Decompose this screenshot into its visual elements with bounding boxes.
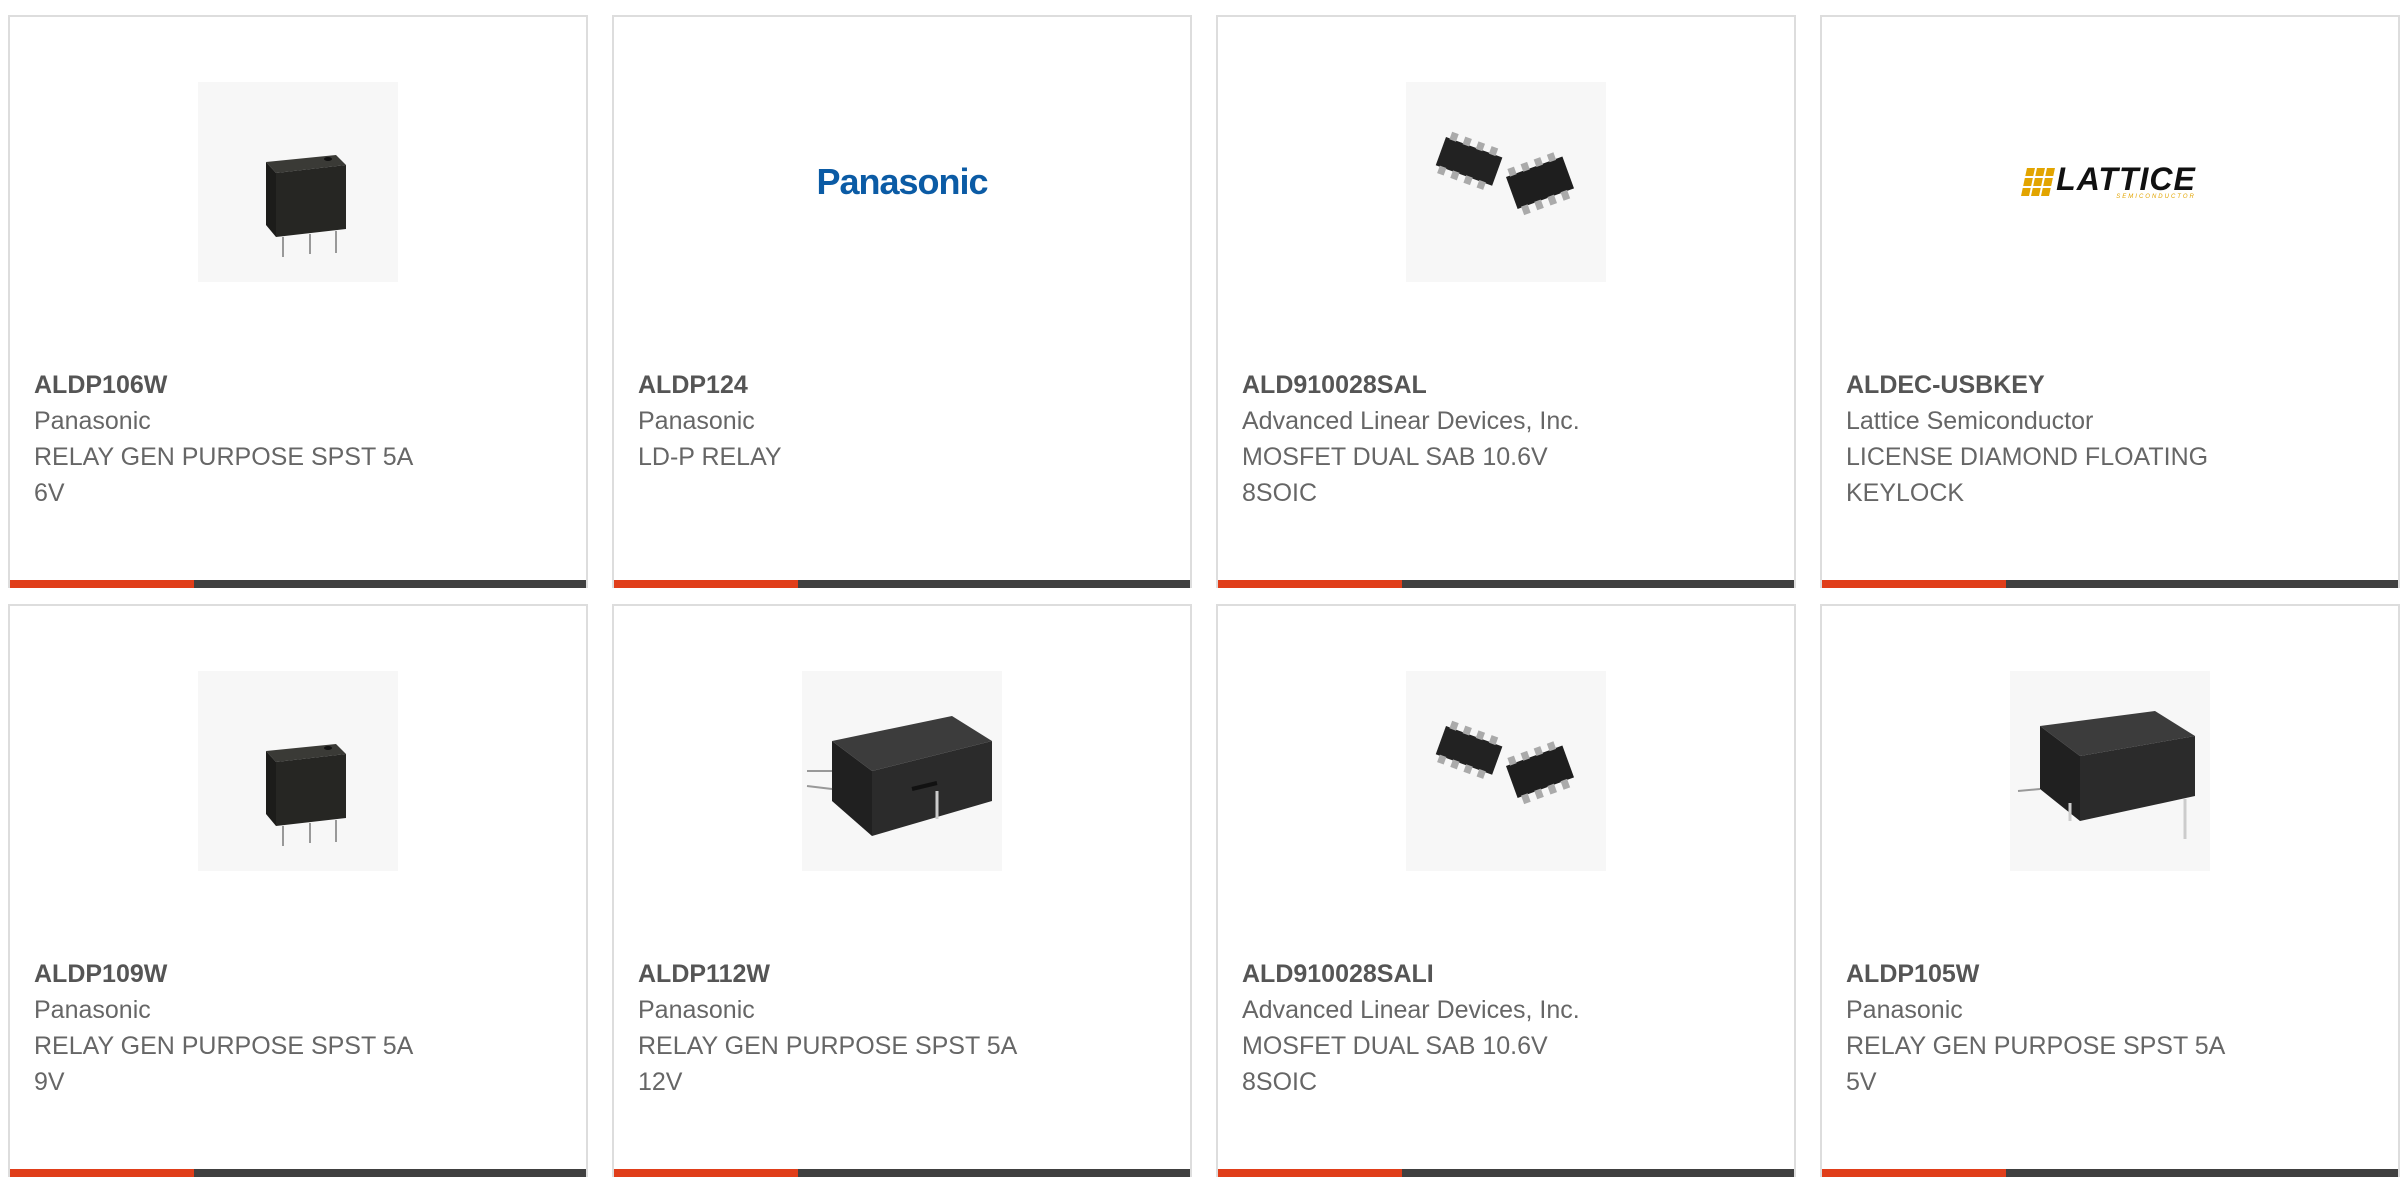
part-number[interactable]: ALDP105W: [1846, 956, 2346, 992]
manufacturer: Lattice Semiconductor: [1846, 407, 2094, 435]
card-accent-bar: [1218, 580, 1402, 588]
product-card[interactable]: ALDP105W Panasonic RELAY GEN PURPOSE SPS…: [1820, 604, 2400, 1177]
manufacturer: Advanced Linear Devices, Inc.: [1242, 407, 1580, 435]
manufacturer: Panasonic: [638, 996, 755, 1024]
lattice-mark-icon: [2021, 168, 2056, 196]
product-card[interactable]: ALDP106W Panasonic RELAY GEN PURPOSE SPS…: [8, 15, 588, 588]
product-card[interactable]: ALD910028SALI Advanced Linear Devices, I…: [1216, 604, 1796, 1177]
part-number[interactable]: ALDP109W: [34, 956, 534, 992]
card-bottom-bar: [1218, 580, 1794, 588]
manufacturer: Panasonic: [34, 996, 151, 1024]
lattice-logo-text: LATTICE: [2056, 161, 2196, 197]
description-line2: 12V: [638, 1068, 683, 1096]
card-accent-bar: [1822, 1169, 2006, 1177]
card-accent-bar: [10, 1169, 194, 1177]
soic8-chip-icon: [1406, 82, 1606, 282]
description-line2: 8SOIC: [1242, 1068, 1318, 1096]
card-bottom-bar: [614, 1169, 1190, 1177]
product-card[interactable]: Panasonic ALDP124 Panasonic LD-P RELAY: [612, 15, 1192, 588]
description-line1: RELAY GEN PURPOSE SPST 5A: [638, 1032, 1018, 1060]
relay-flat-icon: [802, 671, 1002, 871]
part-number[interactable]: ALDP124: [638, 367, 1138, 403]
description-line2: 9V: [34, 1068, 65, 1096]
manufacturer: Panasonic: [1846, 996, 1963, 1024]
product-card[interactable]: LATTICE SEMICONDUCTOR ALDEC-USBKEY Latti…: [1820, 15, 2400, 588]
card-accent-bar: [614, 580, 798, 588]
description-line1: RELAY GEN PURPOSE SPST 5A: [34, 443, 414, 471]
description-line1: RELAY GEN PURPOSE SPST 5A: [1846, 1032, 2226, 1060]
product-card[interactable]: ALDP109W Panasonic RELAY GEN PURPOSE SPS…: [8, 604, 588, 1177]
manufacturer: Advanced Linear Devices, Inc.: [1242, 996, 1580, 1024]
relay-flat-icon: [2010, 671, 2210, 871]
product-grid: ALDP106W Panasonic RELAY GEN PURPOSE SPS…: [0, 0, 2400, 1177]
card-bottom-bar: [614, 580, 1190, 588]
card-bottom-bar: [1218, 1169, 1794, 1177]
description-line2: 6V: [34, 479, 65, 507]
relay-small-icon: [198, 82, 398, 282]
part-number[interactable]: ALD910028SALI: [1242, 956, 1742, 992]
part-number[interactable]: ALDP106W: [34, 367, 534, 403]
description-line1: RELAY GEN PURPOSE SPST 5A: [34, 1032, 414, 1060]
card-accent-bar: [614, 1169, 798, 1177]
card-accent-bar: [1822, 580, 2006, 588]
panasonic-logo-text: Panasonic: [816, 161, 988, 202]
manufacturer: Panasonic: [638, 407, 755, 435]
product-card[interactable]: ALDP112W Panasonic RELAY GEN PURPOSE SPS…: [612, 604, 1192, 1177]
panasonic-logo: Panasonic: [802, 82, 1002, 282]
relay-small-icon: [198, 671, 398, 871]
description-line1: MOSFET DUAL SAB 10.6V: [1242, 1032, 1548, 1060]
part-number[interactable]: ALDP112W: [638, 956, 1138, 992]
card-bottom-bar: [1822, 580, 2398, 588]
description-line2: 8SOIC: [1242, 479, 1318, 507]
description-line2: KEYLOCK: [1846, 479, 1965, 507]
card-bottom-bar: [10, 580, 586, 588]
description-line2: 5V: [1846, 1068, 1877, 1096]
part-number[interactable]: ALD910028SAL: [1242, 367, 1742, 403]
part-number[interactable]: ALDEC-USBKEY: [1846, 367, 2346, 403]
card-bottom-bar: [1822, 1169, 2398, 1177]
card-accent-bar: [1218, 1169, 1402, 1177]
card-bottom-bar: [10, 1169, 586, 1177]
description-line1: LICENSE DIAMOND FLOATING: [1846, 443, 2209, 471]
product-card[interactable]: ALD910028SAL Advanced Linear Devices, In…: [1216, 15, 1796, 588]
card-accent-bar: [10, 580, 194, 588]
manufacturer: Panasonic: [34, 407, 151, 435]
description-line1: LD-P RELAY: [638, 443, 782, 471]
lattice-logo: LATTICE SEMICONDUCTOR: [2010, 82, 2210, 282]
lattice-logo-subtext: SEMICONDUCTOR: [2116, 194, 2196, 200]
soic8-chip-icon: [1406, 671, 1606, 871]
description-line1: MOSFET DUAL SAB 10.6V: [1242, 443, 1548, 471]
